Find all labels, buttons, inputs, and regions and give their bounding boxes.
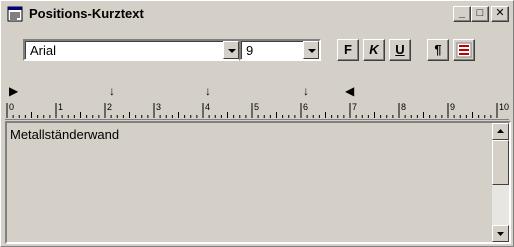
left-tab-stop-icon[interactable]: ↓ (303, 85, 309, 97)
color-format-button[interactable] (453, 39, 475, 61)
scrollbar-thumb[interactable] (492, 140, 509, 185)
left-tab-stop-icon[interactable]: ↓ (109, 85, 115, 97)
maximize-button[interactable]: □ (471, 6, 489, 22)
scroll-down-button[interactable] (492, 225, 509, 242)
ruler-number: 3 (156, 102, 161, 112)
editor-content[interactable]: Metallständerwand (10, 127, 119, 142)
ruler[interactable]: 0 1 2 3 4 5 6 7 8 9 10 (5, 101, 509, 120)
window-title: Positions-Kurztext (29, 6, 144, 21)
minimize-button[interactable]: _ (453, 6, 471, 22)
left-indent-marker-icon[interactable]: ◀ (345, 85, 354, 97)
font-size-combobox[interactable]: 9 (239, 39, 321, 61)
ruler-number: 9 (450, 102, 455, 112)
vertical-scrollbar[interactable] (492, 123, 509, 242)
font-size-value: 9 (246, 43, 254, 58)
ruler-number: 4 (205, 102, 210, 112)
format-toolbar: Arial 9 F K U ¶ (3, 27, 511, 73)
title-bar[interactable]: Positions-Kurztext _ □ ✕ (3, 3, 511, 25)
ruler-number: 0 (9, 102, 14, 112)
font-name-combobox[interactable]: Arial (23, 39, 241, 61)
paragraph-marks-button[interactable]: ¶ (427, 39, 449, 61)
arrow-up-icon (497, 129, 504, 133)
tab-stop-row[interactable]: ▶ ↓ ↓ ↓ ◀ (3, 83, 511, 99)
underline-button[interactable]: U (389, 39, 411, 61)
ruler-number: 7 (352, 102, 357, 112)
ruler-number: 8 (401, 102, 406, 112)
arrow-down-icon (497, 232, 504, 236)
right-indent-marker-icon[interactable]: ▶ (9, 85, 18, 97)
italic-button[interactable]: K (363, 39, 385, 61)
color-lines-icon (456, 42, 472, 58)
chevron-down-icon[interactable] (303, 41, 319, 59)
ruler-number: 10 (499, 102, 509, 112)
left-tab-stop-icon[interactable]: ↓ (205, 85, 211, 97)
document-list-icon (7, 6, 23, 22)
positions-kurztext-window: Positions-Kurztext _ □ ✕ Arial 9 F K U ¶… (0, 0, 514, 247)
ruler-number: 6 (303, 102, 308, 112)
font-name-value: Arial (30, 43, 57, 58)
text-editor[interactable]: Metallständerwand (5, 121, 511, 244)
close-button[interactable]: ✕ (491, 6, 509, 22)
scroll-up-button[interactable] (492, 123, 509, 140)
ruler-number: 1 (58, 102, 63, 112)
ruler-number: 2 (107, 102, 112, 112)
ruler-number: 5 (254, 102, 259, 112)
bold-button[interactable]: F (337, 39, 359, 61)
chevron-down-icon[interactable] (223, 41, 239, 59)
